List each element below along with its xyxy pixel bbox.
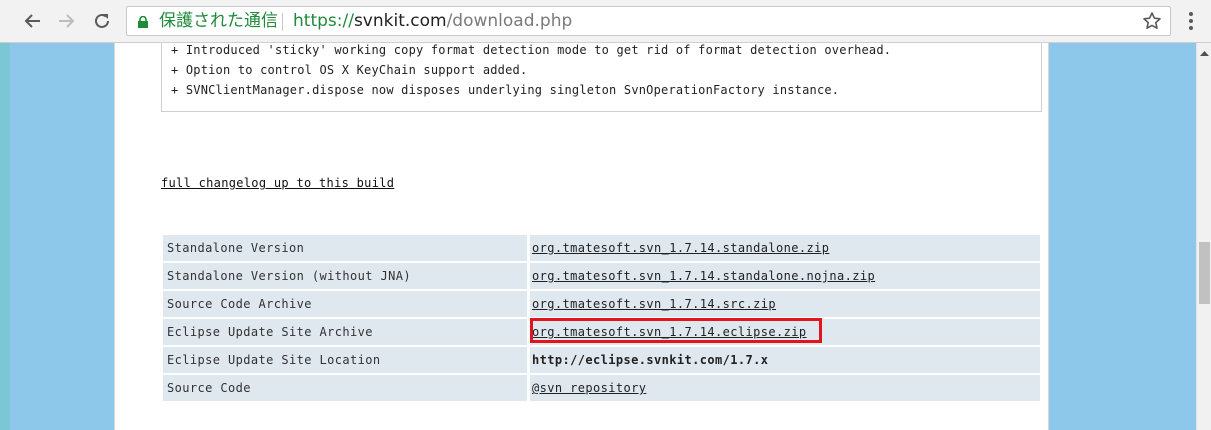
page-viewport: + Introduced 'sticky' working copy forma… <box>0 43 1196 430</box>
table-row: Eclipse Update Site Archive org.tmatesof… <box>163 319 1040 345</box>
url-host: svnkit.com <box>353 11 447 31</box>
star-icon[interactable] <box>1142 11 1162 31</box>
url-scheme: https:// <box>293 11 354 31</box>
vertical-dots-icon <box>1189 12 1193 30</box>
change-line: + Option to control OS X KeyChain suppor… <box>171 63 528 77</box>
secure-label: 保護された通信 <box>159 11 278 31</box>
eclipse-update-site-url: http://eclipse.svnkit.com/1.7.x <box>532 353 769 367</box>
back-button[interactable] <box>20 9 44 33</box>
back-arrow-icon <box>24 14 40 28</box>
reload-button[interactable] <box>90 9 114 33</box>
table-row: Source Code @svn repository <box>163 375 1040 401</box>
download-link-eclipse[interactable]: org.tmatesoft.svn_1.7.14.eclipse.zip <box>532 325 807 339</box>
forward-arrow-icon <box>59 14 75 28</box>
reload-icon <box>95 13 109 28</box>
cell-divider <box>527 263 530 289</box>
forward-button[interactable] <box>55 9 79 33</box>
row-label: Eclipse Update Site Location <box>167 353 381 367</box>
scroll-up-arrow-icon[interactable] <box>1200 50 1209 56</box>
left-edge-strip <box>0 43 10 430</box>
changes-box: + Introduced 'sticky' working copy forma… <box>161 43 1042 112</box>
cell-divider <box>527 347 530 373</box>
download-link-standalone-nojna[interactable]: org.tmatesoft.svn_1.7.14.standalone.nojn… <box>532 269 875 283</box>
browser-toolbar: 保護された通信 https://svnkit.com/download.php <box>0 0 1211 43</box>
vertical-scrollbar[interactable] <box>1196 43 1211 430</box>
url-text[interactable]: https://svnkit.com/download.php <box>293 11 572 32</box>
row-label: Source Code Archive <box>167 297 312 311</box>
row-label: Standalone Version <box>167 241 305 255</box>
download-link-standalone[interactable]: org.tmatesoft.svn_1.7.14.standalone.zip <box>532 241 829 255</box>
cell-divider <box>527 375 530 401</box>
change-line: + Introduced 'sticky' working copy forma… <box>171 43 892 57</box>
table-row: Eclipse Update Site Location http://ecli… <box>163 347 1040 373</box>
table-row: Standalone Version (without JNA) org.tma… <box>163 263 1040 289</box>
table-row: Standalone Version org.tmatesoft.svn_1.7… <box>163 235 1040 261</box>
scrollbar-thumb[interactable] <box>1199 242 1210 304</box>
cell-divider <box>527 291 530 317</box>
omnibox-separator <box>282 13 283 31</box>
svn-repository-link[interactable]: @svn repository <box>532 381 646 395</box>
url-path: /download.php <box>446 11 573 31</box>
content-column: + Introduced 'sticky' working copy forma… <box>114 43 1049 430</box>
lock-icon <box>138 16 148 28</box>
cell-divider <box>527 235 530 261</box>
table-row: Source Code Archive org.tmatesoft.svn_1.… <box>163 291 1040 317</box>
browser-menu-button[interactable] <box>1183 9 1199 33</box>
download-link-src[interactable]: org.tmatesoft.svn_1.7.14.src.zip <box>532 297 776 311</box>
address-bar[interactable]: 保護された通信 https://svnkit.com/download.php <box>126 6 1171 36</box>
row-label: Source Code <box>167 381 251 395</box>
full-changelog-link[interactable]: full changelog up to this build <box>161 176 394 190</box>
row-label: Eclipse Update Site Archive <box>167 325 373 339</box>
row-label: Standalone Version (without JNA) <box>167 269 411 283</box>
change-line: + SVNClientManager.dispose now disposes … <box>171 83 840 97</box>
cell-divider <box>527 319 530 345</box>
